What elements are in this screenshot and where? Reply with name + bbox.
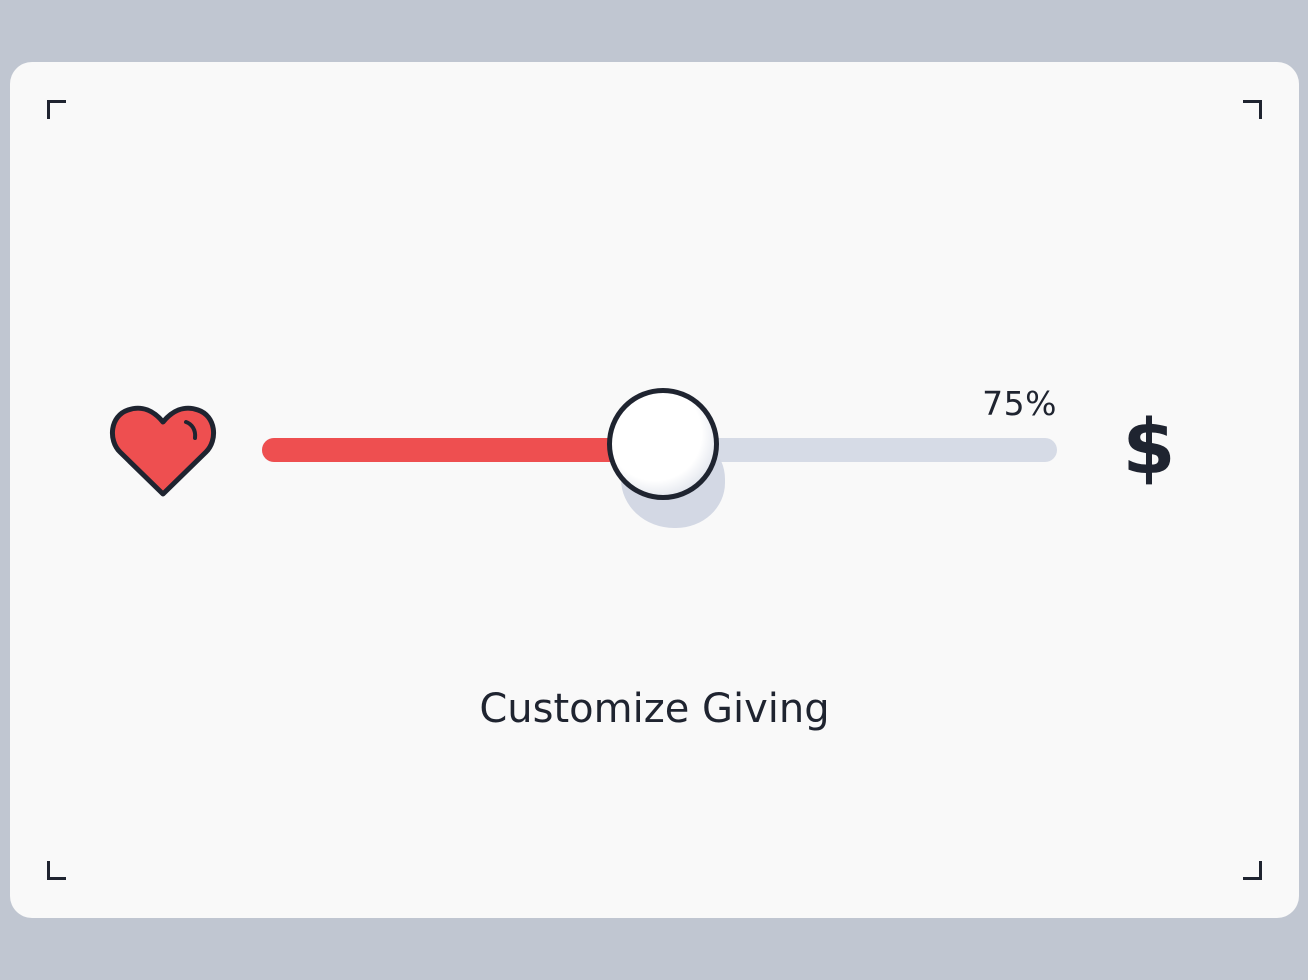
slider-thumb[interactable] — [607, 388, 720, 500]
slider-fill — [262, 438, 664, 462]
giving-card: 75% $ Customize Giving — [10, 62, 1299, 918]
corner-bracket-bottom-right — [1243, 861, 1262, 880]
slider-percent-label: 75% — [982, 384, 1057, 423]
corner-bracket-bottom-left — [47, 861, 66, 880]
dollar-icon: $ — [1122, 402, 1176, 491]
page-title: Customize Giving — [479, 686, 830, 732]
corner-bracket-top-left — [47, 100, 66, 119]
heart-icon — [110, 405, 216, 497]
giving-slider[interactable]: 75% — [262, 384, 1057, 528]
corner-bracket-top-right — [1243, 100, 1262, 119]
